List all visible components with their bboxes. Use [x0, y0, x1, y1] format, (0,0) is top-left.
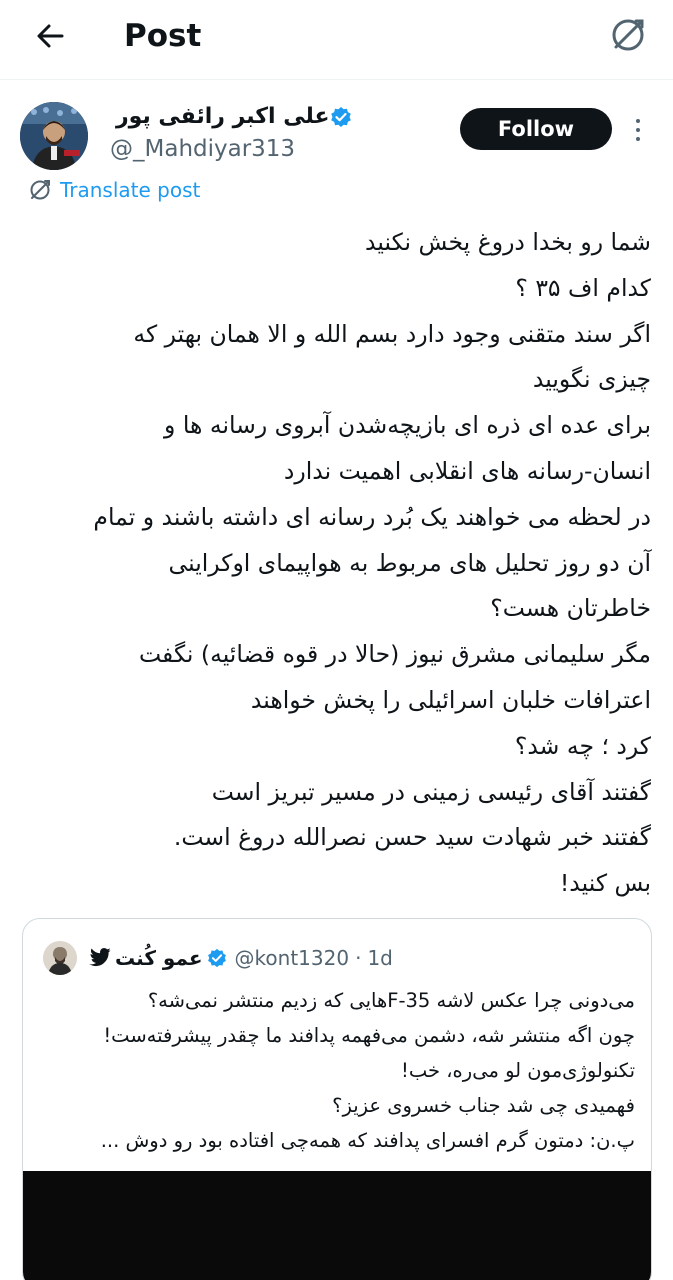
verified-badge-icon	[207, 948, 226, 968]
back-button[interactable]	[30, 16, 70, 56]
name-row: علی اکبر رائفی پور	[110, 104, 352, 129]
quoted-post[interactable]: عمو کُنت @kont1320 · 1d می‌دونی چرا عکس …	[22, 918, 652, 1280]
tweet-line: گفتند آقای رئیسی زمینی در مسیر تبریز است	[211, 777, 651, 806]
tweet-line: شما رو بخدا دروغ پخش نکنید	[365, 228, 651, 256]
quoted-display-name[interactable]: عمو کُنت	[115, 946, 203, 970]
translate-button[interactable]	[607, 14, 649, 56]
quoted-avatar	[43, 941, 77, 975]
arrow-left-icon	[37, 24, 64, 48]
translate-post-link[interactable]: Translate post	[28, 178, 200, 202]
tweet-text: شما رو بخدا دروغ پخش نکنید کدام اف ۳۵ ؟ …	[11, 220, 651, 907]
tweet-line: کرد ؛ چه شد؟	[514, 731, 651, 760]
author-row: علی اکبر رائفی پور @_Mahdiyar313 Follow	[0, 96, 673, 180]
display-name[interactable]: علی اکبر رائفی پور	[116, 104, 330, 129]
translate-icon	[612, 19, 644, 51]
quoted-media[interactable]	[23, 1171, 651, 1280]
more-options-button[interactable]	[626, 110, 650, 150]
more-vertical-icon	[636, 119, 640, 123]
tweet-line: خاطرتان هست؟	[490, 594, 651, 623]
quoted-line: چون اگه منتشر شه، دشمن می‌فهمه پدافند ما…	[103, 1024, 635, 1047]
quoted-line: فهمیدی چی شد جناب خسروی عزیز؟	[332, 1094, 635, 1117]
author-handle[interactable]: @_Mahdiyar313	[110, 136, 295, 162]
page-title: Post	[124, 18, 202, 54]
quoted-time[interactable]: 1d	[367, 946, 392, 970]
translate-post-label: Translate post	[60, 178, 201, 202]
tweet-line: در لحظه می خواهند یک بُرد رسانه ای داشته…	[93, 502, 651, 531]
tweet-line: مگر سلیمانی مشرق نیوز (حالا در قوه قضائی…	[138, 640, 651, 669]
quoted-post-header: عمو کُنت @kont1320 · 1d	[43, 941, 393, 975]
verified-badge-icon	[330, 106, 351, 127]
quoted-line: می‌دونی چرا عکس لاشه F-35هایی که زدیم من…	[147, 989, 635, 1012]
tweet-line: آن دو روز تحلیل های مربوط به هواپیمای او…	[168, 548, 651, 577]
tweet-line: کدام اف ۳۵ ؟	[515, 273, 651, 302]
tweet-line: چیزی نگویید	[532, 365, 651, 394]
tweet-line: بس کنید!	[559, 869, 651, 898]
tweet-line: اگر سند متقنی وجود دارد بسم الله و الا ه…	[133, 319, 651, 348]
bird-icon	[89, 948, 111, 967]
tweet-line: اعترافات خلبان اسرائیلی را پخش خواهند	[250, 685, 651, 714]
follow-button[interactable]: Follow	[460, 108, 612, 150]
quoted-separator: ·	[355, 946, 362, 970]
top-bar: Post	[0, 0, 673, 80]
avatar[interactable]	[20, 102, 88, 170]
translate-icon	[30, 180, 50, 200]
quoted-avatar-image	[43, 941, 77, 975]
quoted-line: پ.ن: دمتون گرم افسرای پدافند که همه‌چی ا…	[100, 1129, 635, 1152]
quoted-handle[interactable]: @kont1320	[235, 946, 350, 970]
quoted-line: تکنولوژی‌مون لو می‌ره، خب!	[401, 1059, 635, 1082]
tweet-line: گفتند خبر شهادت سید حسن نصرالله دروغ است…	[173, 823, 651, 852]
avatar-image	[20, 102, 88, 170]
tweet-line: برای عده ای ذره ای بازیچه‌شدن آبروی رسان…	[164, 411, 651, 440]
tweet-line: انسان-رسانه های انقلابی اهمیت ندارد	[283, 456, 651, 485]
quoted-text: می‌دونی چرا عکس لاشه F-35هایی که زدیم من…	[35, 983, 635, 1158]
